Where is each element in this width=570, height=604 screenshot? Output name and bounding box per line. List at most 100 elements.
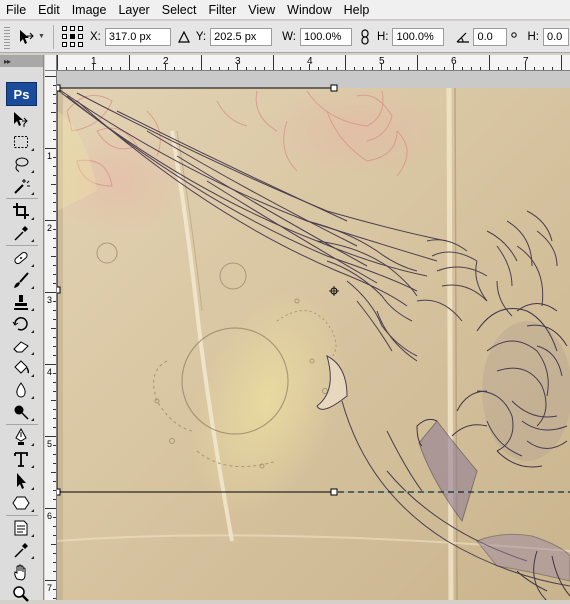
notes-tool-icon — [14, 520, 28, 536]
tool-group-indicator — [31, 443, 34, 446]
reference-point-locator[interactable] — [62, 25, 84, 48]
menu-image[interactable]: Image — [66, 0, 113, 20]
menu-view[interactable]: View — [242, 0, 281, 20]
options-bar: ▼ X: 317.0 px Y: 202.5 px W: 100.0% H: 1… — [0, 21, 570, 53]
shape-tool-icon — [12, 496, 30, 510]
degree-symbol-icon — [509, 30, 519, 44]
x-position-field[interactable]: 317.0 px — [104, 27, 171, 46]
type-tool[interactable] — [10, 449, 34, 469]
path-selection-tool[interactable] — [10, 471, 34, 491]
menu-file[interactable]: File — [0, 0, 32, 20]
healing-brush-tool[interactable] — [10, 248, 34, 268]
eyedropper-tool-2[interactable] — [10, 540, 34, 560]
ruler-number: 1 — [91, 56, 97, 67]
maintain-aspect-ratio-link-icon[interactable] — [358, 28, 372, 45]
ruler-number: 3 — [235, 56, 241, 67]
magic-wand-tool-icon — [14, 179, 30, 194]
history-brush-tool[interactable] — [10, 314, 34, 334]
tool-preset-picker[interactable]: ▼ — [16, 24, 54, 49]
tool-group-indicator — [31, 396, 34, 399]
lasso-tool[interactable] — [10, 154, 34, 174]
tools-panel-header[interactable]: ▸▸ — [0, 55, 43, 67]
horizontal-ruler[interactable]: 1 2 3 4 5 6 7 — [45, 55, 570, 71]
menu-layer[interactable]: Layer — [112, 0, 155, 20]
width-scale-field[interactable]: 100.0% — [299, 27, 352, 46]
tool-group-indicator — [31, 556, 34, 559]
transform-handle[interactable] — [57, 84, 61, 92]
move-tool[interactable] — [10, 110, 32, 130]
ruler-number: 4 — [307, 56, 313, 67]
ruler-number: 7 — [523, 56, 529, 67]
transform-handle[interactable] — [57, 286, 61, 294]
crop-tool[interactable] — [10, 201, 34, 221]
hand-tool-icon — [14, 564, 26, 581]
menu-select[interactable]: Select — [156, 0, 203, 20]
marquee-tool[interactable] — [10, 132, 34, 152]
ruler-number: 7 — [47, 583, 53, 593]
menu-edit[interactable]: Edit — [32, 0, 66, 20]
clone-stamp-tool-icon — [14, 295, 28, 310]
brush-tool[interactable] — [10, 270, 34, 290]
ruler-number: 4 — [47, 367, 53, 377]
tool-group-indicator — [31, 264, 34, 267]
transform-handle[interactable] — [57, 488, 61, 496]
clone-stamp-tool[interactable] — [10, 292, 34, 312]
pen-tool[interactable] — [10, 427, 34, 447]
shape-tool[interactable] — [10, 493, 34, 513]
history-brush-tool-icon — [12, 317, 28, 331]
skew-h-field[interactable]: 0.0 — [542, 27, 569, 46]
tool-group-indicator — [31, 374, 34, 377]
path-selection-tool-icon — [17, 473, 26, 489]
tool-group-indicator — [31, 352, 34, 355]
tools-divider — [6, 198, 38, 199]
paint-bucket-tool[interactable] — [10, 358, 34, 378]
ruler-number: 5 — [47, 439, 53, 449]
tool-group-indicator — [31, 534, 34, 537]
options-bar-grip[interactable] — [4, 24, 10, 49]
hand-tool[interactable] — [10, 562, 32, 582]
menu-filter[interactable]: Filter — [202, 0, 242, 20]
healing-brush-tool-icon — [14, 251, 28, 265]
eyedropper-tool-icon — [14, 226, 28, 241]
ruler-number: 5 — [379, 56, 385, 67]
eraser-tool[interactable] — [10, 336, 34, 356]
tool-group-indicator — [31, 148, 34, 151]
photoshop-logo: Ps — [6, 82, 37, 106]
ruler-number: 6 — [47, 511, 53, 521]
magic-wand-tool[interactable] — [10, 176, 34, 196]
type-tool-icon — [14, 452, 28, 467]
y-position-field[interactable]: 202.5 px — [210, 27, 273, 46]
blur-tool[interactable] — [10, 380, 34, 400]
ruler-number: 2 — [163, 56, 169, 67]
tool-group-indicator — [31, 487, 34, 490]
dodge-tool[interactable] — [10, 402, 34, 422]
rotate-angle-icon — [456, 30, 470, 44]
tool-group-indicator — [31, 217, 34, 220]
transform-handle[interactable] — [330, 488, 338, 496]
tool-group-indicator — [31, 170, 34, 173]
brush-tool-icon — [14, 272, 29, 288]
zoom-tool[interactable] — [10, 584, 32, 604]
tools-panel: ▸▸ Ps — [0, 55, 44, 602]
tool-group-indicator — [31, 509, 34, 512]
menu-window[interactable]: Window — [281, 0, 337, 20]
tool-group-indicator — [31, 308, 34, 311]
zoom-tool-icon — [13, 586, 29, 602]
height-scale-field[interactable]: 100.0% — [392, 27, 445, 46]
tool-group-indicator — [31, 465, 34, 468]
move-tool-icon — [20, 29, 34, 44]
relative-positioning-icon[interactable] — [177, 30, 191, 44]
vertical-ruler[interactable]: 1 2 3 4 5 6 7 — [45, 71, 57, 600]
menu-help[interactable]: Help — [338, 0, 376, 20]
tools-divider — [6, 424, 38, 425]
tools-divider — [6, 515, 38, 516]
paint-bucket-tool-icon — [14, 360, 30, 374]
h-label: H: — [376, 30, 389, 43]
rotate-angle-field[interactable]: 0.0 — [473, 27, 508, 46]
notes-tool[interactable] — [10, 518, 34, 538]
ruler-origin[interactable] — [45, 55, 57, 71]
eyedropper-tool[interactable] — [10, 223, 34, 243]
chevron-down-icon: ▼ — [38, 33, 45, 40]
document-canvas[interactable] — [57, 71, 570, 600]
transform-handle[interactable] — [330, 84, 338, 92]
